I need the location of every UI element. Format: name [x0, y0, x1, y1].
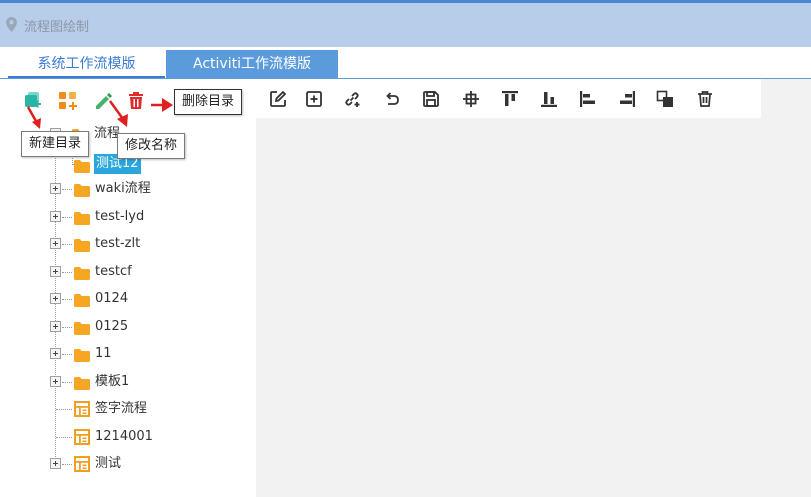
tree-node[interactable]: testcf — [50, 262, 250, 282]
directory-panel: 流程 测试12 waki流程 test-lyd test-zlt testcf … — [0, 79, 256, 497]
tree-node[interactable]: 模板1 — [50, 372, 250, 392]
template-icon — [74, 429, 90, 445]
tree-node-template[interactable]: 测试 — [50, 454, 250, 474]
tree-expander[interactable] — [50, 321, 61, 332]
tree-connector — [62, 354, 72, 355]
layer-icon[interactable] — [656, 90, 674, 108]
tree-node[interactable]: test-zlt — [50, 234, 250, 254]
tree-node-label: 0124 — [95, 291, 129, 306]
annotation-arrow-icon — [151, 98, 173, 112]
tree-node[interactable]: 11 — [50, 344, 250, 364]
add-square-icon[interactable] — [305, 90, 323, 108]
undo-icon[interactable] — [383, 90, 401, 108]
folder-icon — [74, 237, 90, 252]
tree-connector — [56, 409, 72, 410]
tree-node-label: waki流程 — [95, 181, 151, 196]
tooltip-rename: 修改名称 — [117, 133, 186, 159]
tree-expander[interactable] — [50, 266, 61, 277]
tree-expander[interactable] — [50, 348, 61, 359]
tree-node-label: 1214001 — [95, 429, 153, 444]
template-icon — [74, 456, 90, 472]
tree-node-label: 测试 — [95, 456, 122, 471]
tree-connector — [56, 437, 72, 438]
folder-icon — [74, 375, 90, 390]
tab-activiti-workflow-template[interactable]: Activiti工作流模版 — [166, 50, 338, 78]
tooltip-delete-directory: 删除目录 — [174, 89, 243, 115]
tree-connector — [62, 299, 72, 300]
add-item-icon[interactable] — [58, 91, 78, 111]
folder-icon — [74, 182, 90, 197]
tree-connector — [62, 272, 72, 273]
app-window: 流程图绘制 系统工作流模版 Activiti工作流模版 流程 测试12 waki… — [0, 0, 811, 497]
tab-bar: 系统工作流模版 Activiti工作流模版 — [0, 47, 811, 79]
title-bar: 流程图绘制 — [0, 3, 811, 47]
tree-node[interactable]: test-lyd — [50, 207, 250, 227]
location-pin-icon — [6, 17, 17, 36]
link-icon[interactable] — [343, 90, 361, 108]
align-right-icon[interactable] — [618, 90, 636, 108]
tree-node-label: 11 — [95, 346, 112, 361]
tree-expander[interactable] — [50, 238, 61, 249]
align-top-icon[interactable] — [501, 90, 519, 108]
tree-expander[interactable] — [50, 183, 61, 194]
tree-connector — [62, 244, 72, 245]
edit-square-icon[interactable] — [269, 90, 287, 108]
tree-node-label: 模板1 — [95, 374, 130, 389]
tree-node-label: 0125 — [95, 319, 129, 334]
tree-expander[interactable] — [50, 211, 61, 222]
tree-node[interactable]: waki流程 — [50, 179, 250, 199]
save-icon[interactable] — [422, 90, 440, 108]
folder-icon — [74, 158, 90, 173]
tree-connector — [62, 189, 72, 190]
annotation-arrow-icon — [26, 106, 41, 129]
tree-connector — [62, 382, 72, 383]
diagram-canvas[interactable] — [256, 118, 811, 497]
folder-icon — [74, 210, 90, 225]
tree-node-label: testcf — [95, 264, 132, 279]
tree-connector — [62, 217, 72, 218]
tree-node-label: 签字流程 — [95, 401, 148, 416]
tab-system-workflow-template[interactable]: 系统工作流模版 — [8, 50, 165, 78]
tree-expander[interactable] — [50, 458, 61, 469]
tree-node[interactable]: 0125 — [50, 317, 250, 337]
tree-expander[interactable] — [50, 293, 61, 304]
folder-icon — [74, 347, 90, 362]
folder-icon — [74, 265, 90, 280]
diagram-toolbar — [256, 79, 811, 118]
tree-connector — [62, 464, 72, 465]
align-bottom-icon[interactable] — [540, 90, 558, 108]
folder-icon — [74, 320, 90, 335]
center-icon[interactable] — [462, 90, 480, 108]
tree-node-template[interactable]: 1214001 — [50, 427, 250, 447]
annotation-arrow-icon — [108, 100, 128, 127]
tree-node-template[interactable]: 签字流程 — [50, 399, 250, 419]
tooltip-new-directory: 新建目录 — [21, 131, 90, 157]
folder-icon — [74, 292, 90, 307]
tree-node-label: test-zlt — [95, 236, 141, 251]
template-icon — [74, 401, 90, 417]
tree-expander[interactable] — [50, 376, 61, 387]
tree-node-label: test-lyd — [95, 209, 145, 224]
window-title: 流程图绘制 — [24, 20, 90, 35]
trash-icon[interactable] — [696, 90, 714, 108]
align-left-icon[interactable] — [579, 90, 597, 108]
tree-node[interactable]: 0124 — [50, 289, 250, 309]
tree-connector — [62, 327, 72, 328]
toolbar-strip — [761, 79, 811, 118]
